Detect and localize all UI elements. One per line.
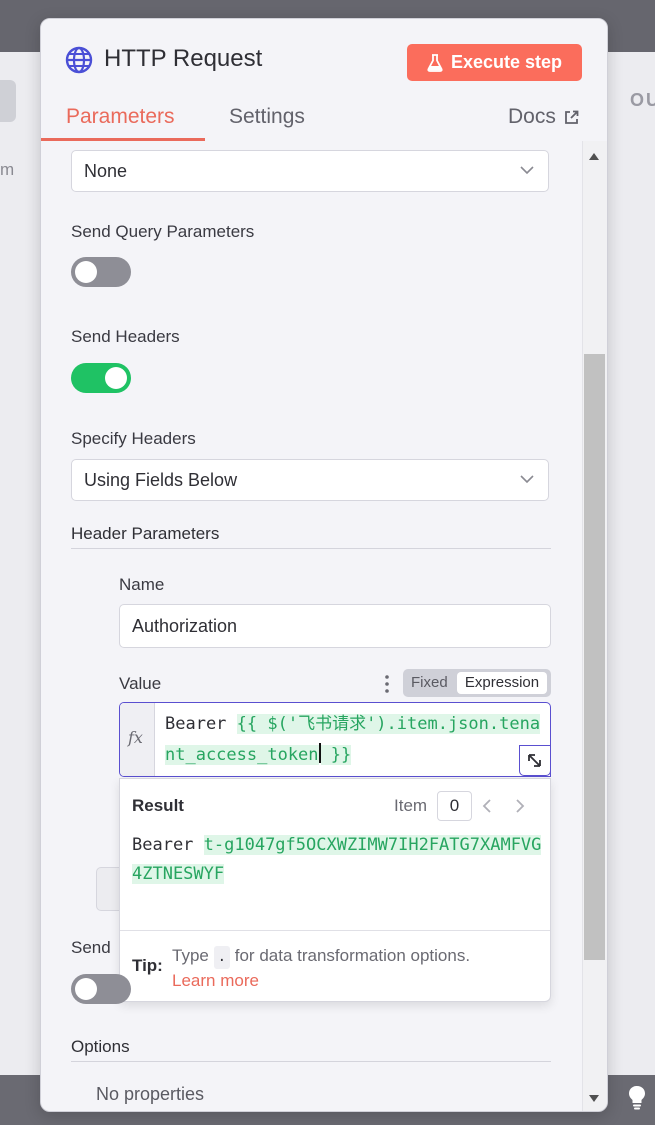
panel-title: HTTP Request	[104, 45, 263, 72]
header-name-input[interactable]: Authorization	[119, 604, 551, 648]
scrollbar-thumb[interactable]	[584, 354, 605, 960]
background-output-label: OU	[630, 90, 655, 110]
result-item-label: Item	[394, 796, 428, 815]
fx-icon: fx	[128, 728, 143, 747]
tip-label: Tip:	[132, 956, 163, 975]
expression-code[interactable]: Bearer {{ $('飞书请求').item.json.tenant_acc…	[165, 709, 545, 771]
result-item-index-input[interactable]: 0	[437, 791, 472, 821]
options-heading: Options	[71, 1037, 130, 1056]
specify-headers-value: Using Fields Below	[84, 469, 238, 490]
send-body-toggle[interactable]	[71, 974, 131, 1004]
header-parameters-heading: Header Parameters	[71, 524, 220, 543]
header-name-value: Authorization	[132, 615, 238, 636]
tab-parameters[interactable]: Parameters	[66, 105, 175, 129]
no-properties-text: No properties	[96, 1084, 205, 1104]
send-body-label: Send	[71, 938, 111, 957]
tab-settings[interactable]: Settings	[229, 105, 305, 129]
docs-link[interactable]: Docs	[508, 105, 579, 129]
options-divider	[71, 1061, 551, 1062]
chevron-down-icon	[520, 475, 534, 484]
send-headers-toggle[interactable]	[71, 363, 131, 393]
docs-label: Docs	[508, 105, 556, 128]
execute-step-button[interactable]: Execute step	[407, 44, 582, 81]
send-headers-label: Send Headers	[71, 327, 180, 346]
more-options-icon[interactable]	[385, 675, 389, 693]
fixed-mode-option[interactable]: Fixed	[411, 674, 448, 691]
external-link-icon	[564, 110, 579, 124]
result-title: Result	[132, 796, 184, 815]
chevron-down-icon	[520, 166, 534, 175]
result-value: Bearer t-g1047gf5OCXWZIMW7IH2FATG7XAMFVG…	[132, 835, 542, 884]
specify-headers-label: Specify Headers	[71, 429, 196, 448]
flask-icon	[427, 53, 443, 72]
scroll-down-arrow-icon[interactable]	[589, 1095, 599, 1102]
expression-mode-option[interactable]: Expression	[457, 672, 547, 694]
fx-gutter: fx	[120, 703, 155, 776]
background-left-text: m	[0, 160, 15, 179]
execute-step-label: Execute step	[450, 52, 563, 72]
active-tab-indicator	[41, 138, 205, 141]
section-divider	[71, 548, 551, 549]
expression-result-popover: Result Item 0 Bearer t-g1047gf5OCXWZIMW7…	[119, 778, 551, 1002]
panel-header: HTTP Request Execute step Parameters Set…	[41, 19, 607, 141]
chevron-right-icon[interactable]	[515, 799, 525, 813]
header-value-label: Value	[119, 674, 162, 693]
result-divider	[120, 930, 550, 931]
expand-icon	[528, 754, 541, 767]
chevron-left-icon[interactable]	[482, 799, 492, 813]
tip-text: Type . for data transformation options. L…	[172, 946, 471, 990]
authentication-select-value: None	[84, 160, 128, 181]
learn-more-link[interactable]: Learn more	[172, 971, 259, 990]
expand-editor-button[interactable]	[519, 745, 551, 776]
node-details-panel: HTTP Request Execute step Parameters Set…	[40, 18, 608, 1112]
background-left-chip	[0, 80, 16, 122]
specify-headers-select[interactable]: Using Fields Below	[71, 459, 549, 501]
send-query-label: Send Query Parameters	[71, 222, 255, 241]
globe-icon	[65, 46, 93, 74]
tip-dot: .	[213, 946, 231, 969]
authentication-select[interactable]: None	[71, 150, 549, 192]
header-name-label: Name	[119, 575, 165, 594]
expression-editor[interactable]: fx Bearer {{ $('飞书请求').item.json.tenant_…	[119, 702, 551, 777]
fixed-expression-switch: Fixed Expression	[403, 669, 551, 697]
scroll-up-arrow-icon[interactable]	[589, 153, 599, 160]
lightbulb-icon[interactable]	[626, 1084, 648, 1110]
send-query-toggle[interactable]	[71, 257, 131, 287]
